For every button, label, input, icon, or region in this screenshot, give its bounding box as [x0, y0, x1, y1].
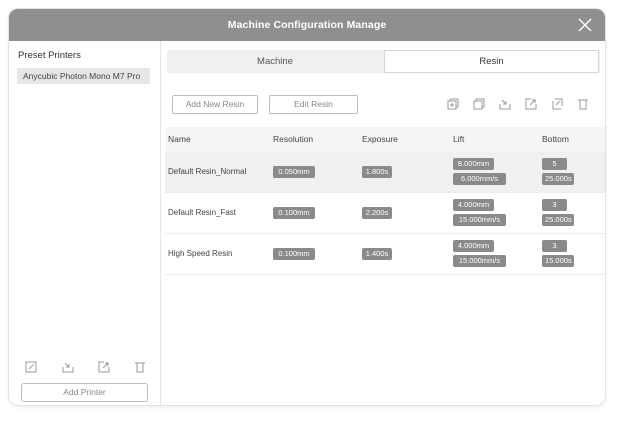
resin-name: Default Resin_Fast: [168, 208, 237, 217]
add-new-resin-button[interactable]: Add New Resin: [172, 95, 258, 114]
sidebar-icon-bar: [25, 361, 149, 375]
lift-speed-tag: 6.000mm/s: [453, 173, 506, 185]
edit-resin-button[interactable]: Edit Resin: [269, 95, 358, 114]
exposure-tag: 1.800s: [362, 166, 392, 178]
resolution-tag: 0.100mm: [273, 207, 315, 219]
lift-height-tag: 4.000mm: [453, 240, 494, 252]
exposure-tag: 1.400s: [362, 248, 392, 260]
resin-name: High Speed Resin: [168, 249, 233, 258]
resin-table: Name Resolution Exposure Lift Bottom Def…: [165, 127, 605, 275]
header-name: Name: [168, 134, 191, 144]
resolution-tag: 0.050mm: [273, 166, 315, 178]
printer-item[interactable]: Anycubic Photon Mono M7 Pro: [17, 68, 150, 84]
copy-icon[interactable]: [447, 98, 459, 110]
lift-speed-tag: 15.000mm/s: [453, 255, 506, 267]
duplicate-icon[interactable]: [473, 98, 485, 110]
bottom-layers-tag: 3: [542, 199, 567, 211]
sidebar-title: Preset Printers: [18, 50, 81, 61]
dialog-title: Machine Configuration Manage: [227, 19, 387, 31]
resolution-tag: 0.100mm: [273, 248, 315, 260]
delete-icon[interactable]: [577, 98, 589, 110]
tab-machine[interactable]: Machine: [167, 50, 383, 73]
tab-resin[interactable]: Resin: [384, 50, 599, 73]
edit-icon[interactable]: [25, 361, 37, 373]
table-header: Name Resolution Exposure Lift Bottom: [165, 127, 605, 152]
header-bottom: Bottom: [542, 134, 569, 144]
header-resolution: Resolution: [273, 134, 314, 144]
title-bar: Machine Configuration Manage: [9, 9, 605, 41]
import-icon[interactable]: [499, 98, 511, 110]
close-icon[interactable]: [577, 17, 593, 33]
machine-config-dialog: Machine Configuration Manage Preset Prin…: [9, 9, 605, 405]
bottom-layers-tag: 3: [542, 240, 567, 252]
main-panel: Machine Resin Add New Resin Edit Resin N…: [161, 41, 605, 405]
bottom-exposure-tag: 25.000s: [542, 173, 574, 185]
sidebar: Preset Printers Anycubic Photon Mono M7 …: [9, 41, 161, 405]
table-row[interactable]: Default Resin_Fast 0.100mm 2.200s 4.000m…: [165, 193, 605, 234]
header-lift: Lift: [453, 134, 465, 144]
lift-speed-tag: 15.000mm/s: [453, 214, 506, 226]
bottom-exposure-tag: 15.000s: [542, 255, 574, 267]
lift-height-tag: 4.000mm: [453, 199, 494, 211]
bottom-exposure-tag: 25.000s: [542, 214, 574, 226]
add-printer-button[interactable]: Add Printer: [21, 383, 148, 402]
table-row[interactable]: Default Resin_Normal 0.050mm 1.800s 8.00…: [165, 152, 605, 193]
exposure-tag: 2.200s: [362, 207, 392, 219]
lift-height-tag: 8.000mm: [453, 158, 494, 170]
resin-name: Default Resin_Normal: [168, 167, 247, 176]
delete-icon[interactable]: [134, 361, 146, 373]
tab-bar: Machine Resin: [167, 50, 600, 73]
bottom-layers-tag: 5: [542, 158, 567, 170]
resin-toolbar: Add New Resin Edit Resin: [161, 95, 605, 115]
sync-icon[interactable]: [551, 98, 563, 110]
export-icon[interactable]: [525, 98, 537, 110]
header-exposure: Exposure: [362, 134, 398, 144]
import-icon[interactable]: [62, 361, 74, 373]
table-row[interactable]: High Speed Resin 0.100mm 1.400s 4.000mm …: [165, 234, 605, 275]
export-icon[interactable]: [98, 361, 110, 373]
